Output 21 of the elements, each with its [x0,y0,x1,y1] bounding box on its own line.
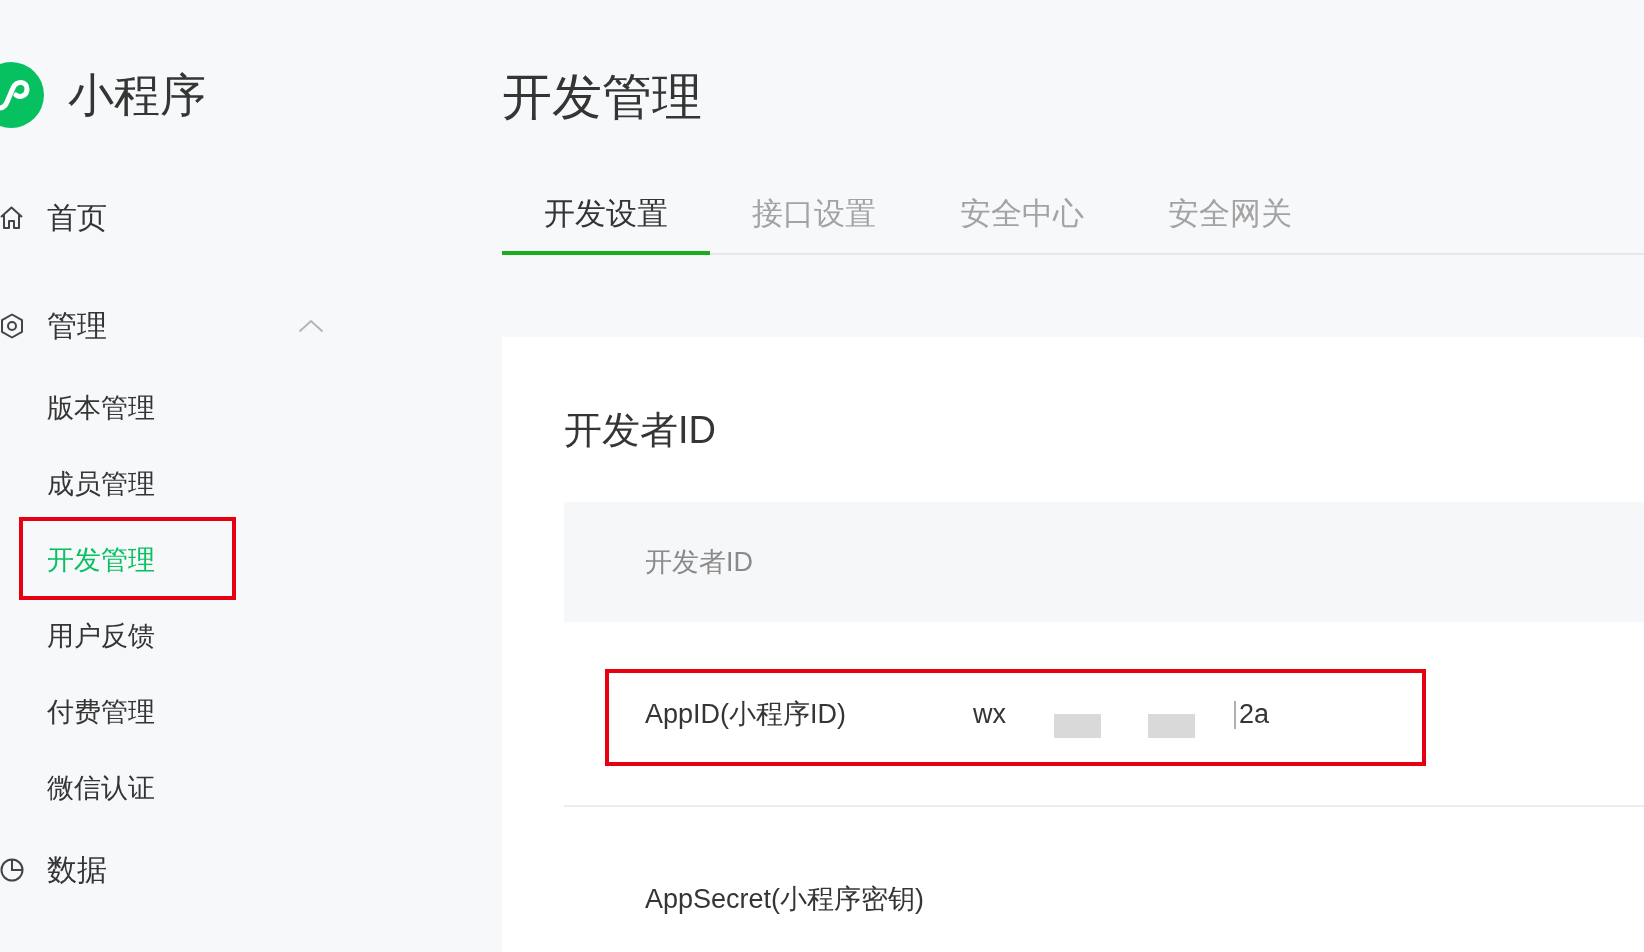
nav-subitem[interactable]: 付费管理 [47,694,155,730]
nav-item[interactable]: 管理 [47,306,107,346]
nav-subitem[interactable]: 微信认证 [47,770,155,806]
home-icon [0,206,24,230]
tab[interactable]: 开发设置 [502,171,710,255]
field-value: 2a [1239,697,1270,731]
field-label: AppID(小程序ID) [645,697,848,731]
nav-subitem[interactable]: 版本管理 [47,390,155,426]
pie-chart-icon [0,858,24,882]
section-heading: 开发者ID [564,408,716,453]
nav-item[interactable]: 首页 [47,198,107,238]
page-title: 开发管理 [502,68,702,127]
field-value: wx [973,697,1006,731]
settings-icon [0,313,24,339]
chevron-up-icon[interactable] [298,319,324,333]
field-label: AppSecret(小程序密钥) [645,882,926,916]
nav-item[interactable]: 数据 [47,850,107,890]
column-header: 开发者ID [645,546,753,579]
nav-subitem[interactable]: 成员管理 [47,466,155,502]
app-name: 小程序 [68,68,206,123]
nav-subitem[interactable]: 用户反馈 [47,618,155,654]
